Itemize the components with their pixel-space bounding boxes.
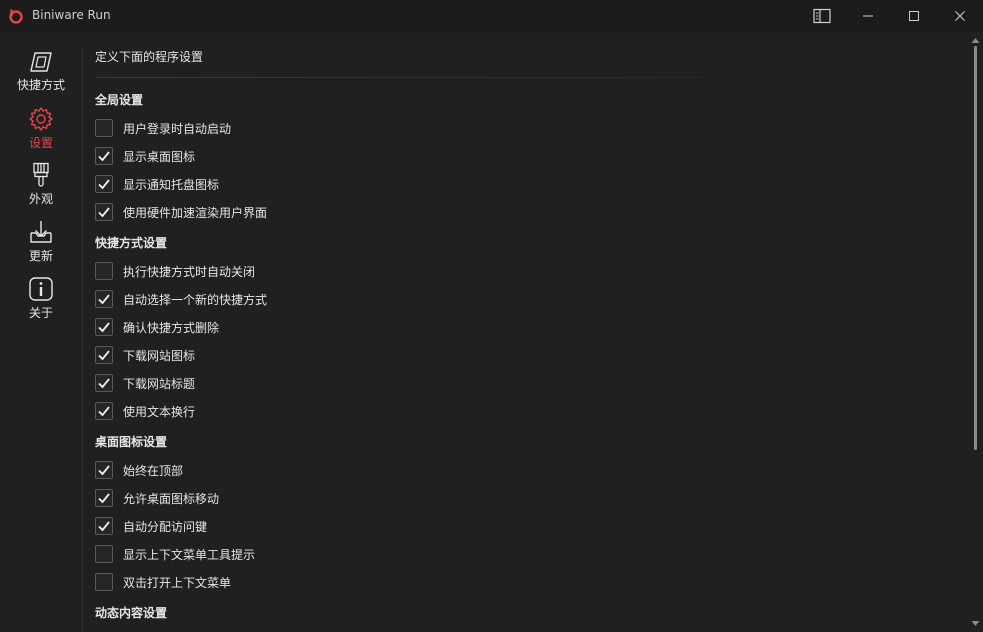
option-label: 始终在顶部 (123, 463, 184, 478)
option-label: 确认快捷方式删除 (123, 320, 220, 335)
sidebar-item-label: 设置 (28, 136, 53, 150)
sidebar-item-label: 更新 (28, 249, 53, 263)
checkbox[interactable] (95, 517, 113, 535)
option-auto-select-new[interactable]: 自动选择一个新的快捷方式 (95, 289, 267, 309)
section-title-desktop-icon: 桌面图标设置 (95, 435, 168, 449)
checkbox[interactable] (95, 346, 113, 364)
option-label: 执行快捷方式时自动关闭 (123, 264, 256, 279)
section-title-dynamic-content: 动态内容设置 (95, 606, 168, 620)
checkbox[interactable] (95, 175, 113, 193)
sidebar-item-settings[interactable]: 设置 (0, 106, 82, 158)
option-label: 允许桌面图标移动 (123, 491, 220, 506)
checkbox[interactable] (95, 461, 113, 479)
sidebar-item-label: 关于 (28, 306, 53, 320)
scroll-up-arrow-icon[interactable] (971, 37, 980, 44)
checkmark-icon (98, 179, 110, 190)
sidebar-divider (82, 46, 83, 632)
title-bar: Biniware Run (0, 0, 983, 32)
app-logo-icon (9, 9, 23, 24)
checkmark-icon (98, 493, 110, 504)
option-allow-move[interactable]: 允许桌面图标移动 (95, 488, 219, 508)
checkbox[interactable] (95, 402, 113, 420)
option-auto-start[interactable]: 用户登录时自动启动 (95, 118, 231, 138)
option-label: 显示通知托盘图标 (123, 177, 220, 192)
sidebar-item-update[interactable]: 更新 (0, 219, 82, 271)
option-label: 下载网站图标 (123, 348, 196, 363)
scroll-down-arrow-icon[interactable] (971, 620, 980, 627)
checkbox[interactable] (95, 489, 113, 507)
checkbox[interactable] (95, 374, 113, 392)
close-button[interactable] (937, 0, 983, 32)
checkbox[interactable] (95, 290, 113, 308)
close-icon (955, 11, 965, 21)
window-title: Biniware Run (32, 8, 111, 22)
option-hardware-acceleration[interactable]: 使用硬件加速渲染用户界面 (95, 202, 267, 222)
brush-icon (33, 162, 49, 187)
maximize-button[interactable] (891, 0, 937, 32)
heading-divider (95, 77, 815, 78)
option-label: 用户登录时自动启动 (123, 121, 232, 136)
checkbox[interactable] (95, 147, 113, 165)
option-label: 使用硬件加速渲染用户界面 (123, 205, 268, 220)
book-icon (813, 8, 831, 24)
scrollbar-thumb[interactable] (974, 46, 977, 450)
checkbox[interactable] (95, 318, 113, 336)
checkbox[interactable] (95, 119, 113, 137)
page-heading: 定义下面的程序设置 (95, 50, 204, 64)
reading-mode-button[interactable] (799, 0, 845, 32)
maximize-icon (909, 11, 919, 21)
checkmark-icon (98, 521, 110, 532)
option-show-tray-icon[interactable]: 显示通知托盘图标 (95, 174, 219, 194)
shortcut-icon (30, 52, 52, 72)
option-label: 显示上下文菜单工具提示 (123, 547, 256, 562)
settings-panel: 定义下面的程序设置 全局设置 用户登录时自动启动 显示桌面图标 显示通知托盘图标… (95, 32, 965, 632)
download-icon (30, 221, 52, 243)
option-label: 双击打开上下文菜单 (123, 575, 232, 590)
option-auto-close[interactable]: 执行快捷方式时自动关闭 (95, 261, 255, 281)
sidebar-item-label: 外观 (28, 192, 53, 206)
checkmark-icon (98, 378, 110, 389)
option-label: 使用文本换行 (123, 404, 196, 419)
sidebar-item-shortcuts[interactable]: 快捷方式 (0, 50, 82, 102)
checkmark-icon (98, 151, 110, 162)
checkbox[interactable] (95, 545, 113, 563)
sidebar-item-label: 快捷方式 (16, 78, 65, 92)
section-title-global: 全局设置 (95, 93, 144, 107)
checkmark-icon (98, 294, 110, 305)
option-label: 显示桌面图标 (123, 149, 196, 164)
option-double-click-menu[interactable]: 双击打开上下文菜单 (95, 572, 231, 592)
minimize-button[interactable] (845, 0, 891, 32)
sidebar-item-about[interactable]: 关于 (0, 276, 82, 328)
option-auto-access-keys[interactable]: 自动分配访问键 (95, 516, 207, 536)
option-context-menu-tooltips[interactable]: 显示上下文菜单工具提示 (95, 544, 255, 564)
checkbox[interactable] (95, 262, 113, 280)
option-text-wrap[interactable]: 使用文本换行 (95, 401, 195, 421)
checkbox[interactable] (95, 203, 113, 221)
sidebar: 快捷方式 设置 外观 更新 关于 (0, 32, 82, 632)
info-icon (29, 277, 53, 301)
checkmark-icon (98, 207, 110, 218)
minimize-icon (863, 15, 873, 17)
option-label: 下载网站标题 (123, 376, 196, 391)
sidebar-item-appearance[interactable]: 外观 (0, 162, 82, 214)
checkbox[interactable] (95, 573, 113, 591)
option-confirm-delete[interactable]: 确认快捷方式删除 (95, 317, 219, 337)
section-title-shortcuts: 快捷方式设置 (95, 236, 168, 250)
checkmark-icon (98, 465, 110, 476)
option-download-title[interactable]: 下载网站标题 (95, 373, 195, 393)
option-always-on-top[interactable]: 始终在顶部 (95, 460, 183, 480)
checkmark-icon (98, 350, 110, 361)
checkmark-icon (98, 322, 110, 333)
option-label: 自动选择一个新的快捷方式 (123, 292, 268, 307)
checkmark-icon (98, 406, 110, 417)
option-show-desktop-icon[interactable]: 显示桌面图标 (95, 146, 195, 166)
gear-icon (29, 107, 53, 131)
option-download-favicon[interactable]: 下载网站图标 (95, 345, 195, 365)
vertical-scrollbar[interactable] (968, 32, 983, 632)
option-label: 自动分配访问键 (123, 519, 208, 534)
